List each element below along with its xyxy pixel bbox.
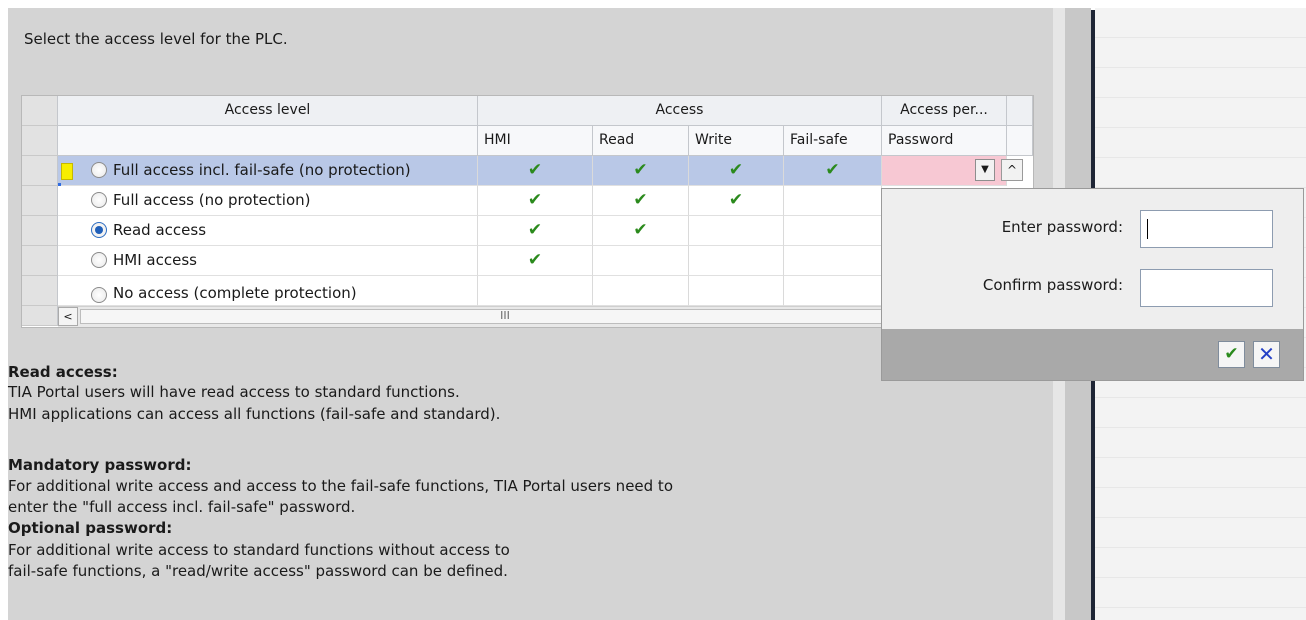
radio-full-access-failsafe[interactable]	[91, 162, 107, 178]
subheader-blank	[58, 126, 478, 156]
write-check-icon	[689, 246, 784, 276]
failsafe-check-icon	[784, 186, 882, 216]
read-access-line: HMI applications can access all function…	[8, 405, 501, 423]
subheader-password[interactable]: Password	[882, 126, 1007, 156]
access-level-label: Full access incl. fail-safe (no protecti…	[113, 161, 411, 179]
row-header[interactable]	[22, 186, 58, 216]
failsafe-cell	[784, 276, 882, 306]
table-row[interactable]: Full access incl. fail-safe (no protecti…	[58, 156, 1007, 186]
hmi-check-icon: ✔	[478, 156, 593, 186]
hmi-check-icon: ✔	[478, 216, 593, 246]
subheader-filler	[1007, 126, 1033, 156]
failsafe-check-icon: ✔	[784, 156, 882, 186]
selected-row-marker-icon	[61, 163, 73, 180]
table-row[interactable]: No access (complete protection)	[58, 276, 1007, 306]
header-filler	[1007, 96, 1033, 126]
failsafe-check-icon	[784, 246, 882, 276]
optional-password-line: For additional write access to standard …	[8, 541, 510, 559]
confirm-check-icon[interactable]: ✔	[1218, 341, 1245, 368]
corner-cell-sub	[22, 126, 58, 156]
access-level-label: HMI access	[113, 251, 197, 269]
access-level-cell[interactable]: Full access incl. fail-safe (no protecti…	[58, 156, 478, 186]
access-level-label: Full access (no protection)	[113, 191, 311, 209]
instruction-text: Select the access level for the PLC.	[24, 30, 288, 48]
read-check-icon: ✔	[593, 186, 689, 216]
radio-full-access[interactable]	[91, 192, 107, 208]
access-level-cell[interactable]: Full access (no protection)	[58, 186, 478, 216]
table-row[interactable]: HMI access ✔	[58, 246, 1007, 276]
failsafe-check-icon	[784, 216, 882, 246]
popup-footer: ✔ ✕	[882, 329, 1303, 380]
subheader-write[interactable]: Write	[689, 126, 784, 156]
access-level-cell[interactable]: Read access	[58, 216, 478, 246]
access-level-label: Read access	[113, 221, 207, 239]
radio-read-access[interactable]	[91, 222, 107, 238]
enter-password-label: Enter password:	[1001, 218, 1123, 236]
confirm-password-field[interactable]	[1140, 269, 1273, 307]
mandatory-password-line: For additional write access and access t…	[8, 477, 673, 495]
read-check-icon	[593, 246, 689, 276]
row-header	[22, 306, 58, 326]
table-row[interactable]: Full access (no protection) ✔ ✔ ✔	[58, 186, 1007, 216]
hmi-cell	[478, 276, 593, 306]
write-check-icon: ✔	[689, 156, 784, 186]
hmi-check-icon: ✔	[478, 186, 593, 216]
header-access-level[interactable]: Access level	[58, 96, 478, 126]
password-popup: Enter password: Confirm password: ✔ ✕	[881, 188, 1304, 381]
read-cell	[593, 276, 689, 306]
horizontal-scrollbar[interactable]: < III	[58, 306, 978, 327]
access-level-cell[interactable]: No access (complete protection)	[58, 276, 478, 306]
read-check-icon: ✔	[593, 156, 689, 186]
row-header[interactable]	[22, 216, 58, 246]
radio-no-access[interactable]	[91, 287, 107, 303]
mandatory-password-title: Mandatory password:	[8, 456, 192, 474]
write-check-icon	[689, 216, 784, 246]
read-access-line: TIA Portal users will have read access t…	[8, 383, 460, 401]
access-level-cell[interactable]: HMI access	[58, 246, 478, 276]
text-caret	[1147, 219, 1148, 239]
subheader-hmi[interactable]: HMI	[478, 126, 593, 156]
optional-password-line: fail-safe functions, a "read/write acces…	[8, 562, 508, 580]
dropdown-arrow-icon[interactable]: ▼	[975, 159, 995, 181]
write-cell	[689, 276, 784, 306]
chevron-up-icon[interactable]: ^	[1001, 159, 1023, 181]
confirm-password-label: Confirm password:	[982, 276, 1123, 294]
enter-password-field[interactable]	[1140, 210, 1273, 248]
subheader-failsafe[interactable]: Fail-safe	[784, 126, 882, 156]
cancel-close-icon[interactable]: ✕	[1253, 341, 1280, 368]
row-header[interactable]	[22, 156, 58, 186]
read-check-icon: ✔	[593, 216, 689, 246]
table-row[interactable]: Read access ✔ ✔	[58, 216, 1007, 246]
header-access[interactable]: Access	[478, 96, 882, 126]
scroll-left-icon[interactable]: <	[58, 307, 78, 326]
scroll-thumb[interactable]: III	[80, 309, 930, 324]
corner-cell	[22, 96, 58, 126]
header-access-per[interactable]: Access per...	[882, 96, 1007, 126]
row-header[interactable]	[22, 276, 58, 306]
write-check-icon: ✔	[689, 186, 784, 216]
read-access-title: Read access:	[8, 363, 118, 381]
access-level-label: No access (complete protection)	[113, 284, 357, 302]
radio-hmi-access[interactable]	[91, 252, 107, 268]
subheader-read[interactable]: Read	[593, 126, 689, 156]
mandatory-password-line: enter the "full access incl. fail-safe" …	[8, 498, 356, 516]
hmi-check-icon: ✔	[478, 246, 593, 276]
optional-password-title: Optional password:	[8, 519, 173, 537]
row-header[interactable]	[22, 246, 58, 276]
